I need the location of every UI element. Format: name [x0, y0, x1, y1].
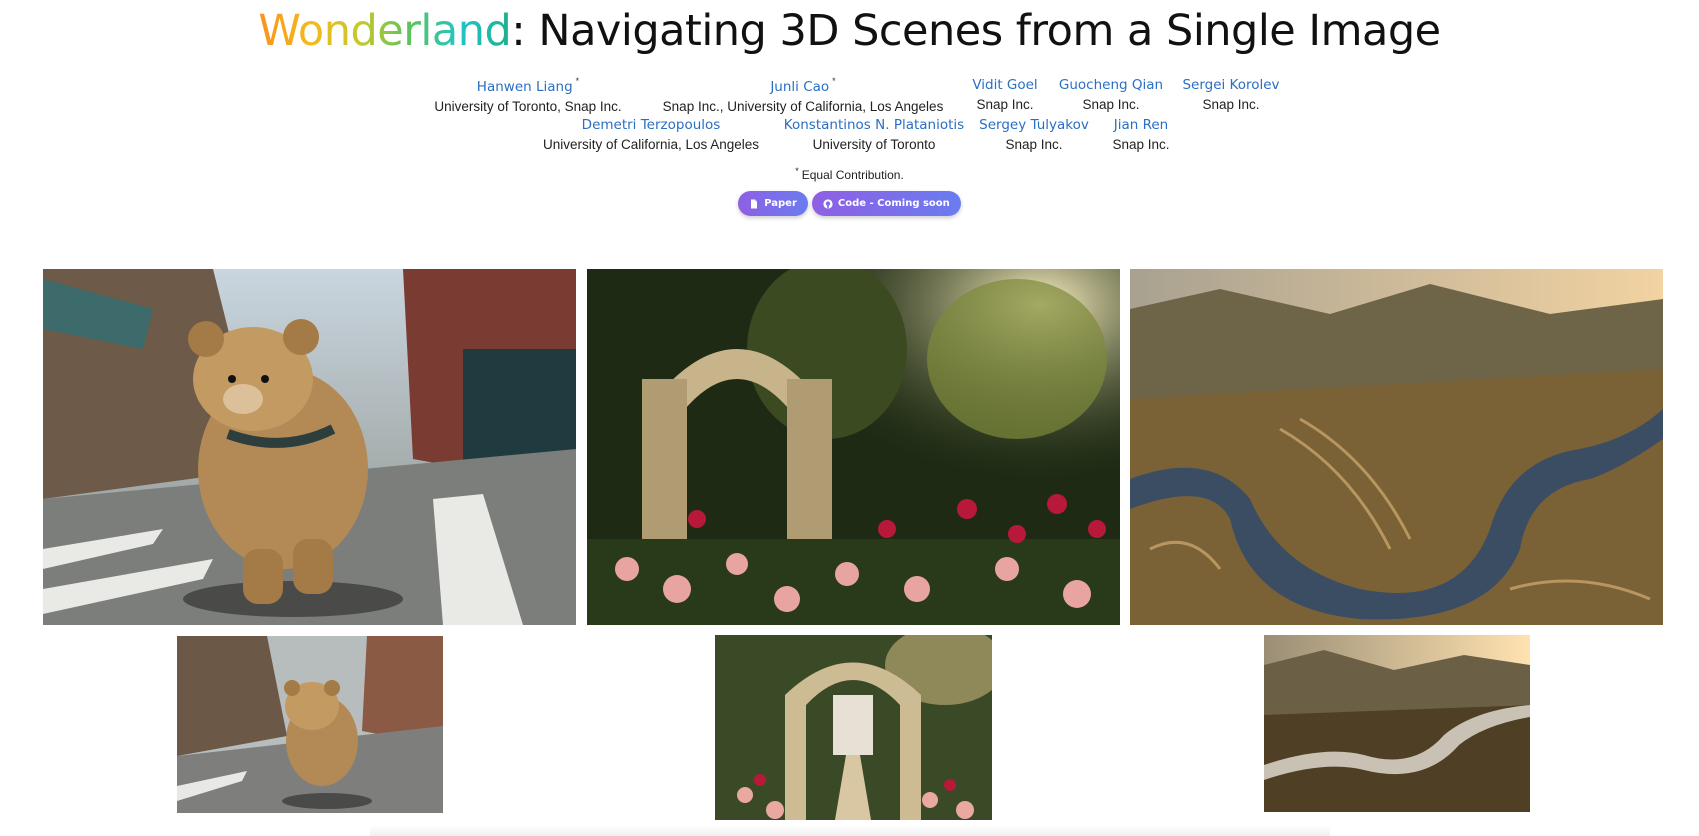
note-text: Equal Contribution. — [801, 168, 904, 182]
equal-contribution-mark: * — [575, 76, 580, 86]
author-row-1: Hanwen Liang * University of Toronto, Sna… — [0, 76, 1699, 116]
author-entry: Vidit Goel Snap Inc. — [972, 76, 1037, 112]
bottom-fade — [370, 826, 1330, 836]
author-link[interactable]: Jian Ren — [1114, 117, 1169, 133]
author-affiliation: University of Toronto — [812, 137, 936, 152]
teddy-bear-street-thumbnail — [177, 636, 443, 813]
author-entry: Sergei Korolev Snap Inc. — [1182, 76, 1279, 112]
author-link[interactable]: Konstantinos N. Plataniotis — [784, 117, 964, 133]
author-link[interactable]: Sergei Korolev — [1182, 77, 1279, 93]
equal-contribution-note: * Equal Contribution. — [0, 166, 1699, 182]
github-icon — [823, 198, 833, 209]
author-link[interactable]: Junli Cao — [770, 79, 829, 95]
title-highlight: Wonderland — [258, 6, 512, 56]
file-icon — [751, 199, 758, 208]
author-affiliation: Snap Inc. — [1005, 137, 1063, 152]
author-affiliation: University of Toronto, Snap Inc. — [434, 99, 622, 114]
rose-garden-fountain-thumbnail — [715, 635, 992, 820]
author-entry: Sergey Tulyakov Snap Inc. — [979, 116, 1089, 152]
author-entry: Demetri Terzopoulos University of Califo… — [543, 116, 759, 152]
author-entry: Jian Ren Snap Inc. — [1112, 116, 1169, 152]
rose-garden-arch-image — [587, 269, 1120, 625]
author-affiliation: Snap Inc. — [1202, 97, 1260, 112]
author-affiliation: Snap Inc., University of California, Los… — [662, 99, 944, 114]
river-valley-thumbnail — [1264, 635, 1530, 812]
author-link[interactable]: Guocheng Qian — [1059, 77, 1163, 93]
equal-contribution-mark: * — [832, 76, 836, 86]
author-affiliation: Snap Inc. — [1112, 137, 1170, 152]
author-affiliation: Snap Inc. — [976, 97, 1034, 112]
code-button-label: Code - Coming soon — [837, 198, 950, 209]
author-affiliation: Snap Inc. — [1082, 97, 1140, 112]
title-rest: : Navigating 3D Scenes from a Single Ima… — [511, 6, 1441, 56]
author-link[interactable]: Hanwen Liang — [477, 79, 573, 95]
author-entry: Hanwen Liang * University of Toronto, Sna… — [434, 76, 621, 114]
author-link[interactable]: Vidit Goel — [972, 77, 1037, 93]
author-affiliation: University of California, Los Angeles — [542, 137, 760, 152]
code-button[interactable]: Code - Coming soon — [811, 191, 961, 216]
note-mark: * — [795, 166, 799, 176]
author-link[interactable]: Demetri Terzopoulos — [582, 117, 721, 133]
author-link[interactable]: Sergey Tulyakov — [979, 117, 1089, 133]
author-entry: Konstantinos N. Plataniotis University o… — [784, 116, 964, 152]
author-entry: Guocheng Qian Snap Inc. — [1059, 76, 1163, 112]
link-buttons: Paper Code - Coming soon — [0, 191, 1699, 216]
river-valley-image — [1130, 269, 1663, 625]
author-row-2: Demetri Terzopoulos University of Califo… — [0, 116, 1699, 156]
paper-button-label: Paper — [764, 198, 797, 209]
author-entry: Junli Cao * Snap Inc., University of Cali… — [663, 76, 944, 114]
page-title: Wonderland: Navigating 3D Scenes from a … — [0, 6, 1699, 56]
teddy-bear-street-image — [43, 269, 576, 625]
paper-button[interactable]: Paper — [738, 191, 808, 216]
